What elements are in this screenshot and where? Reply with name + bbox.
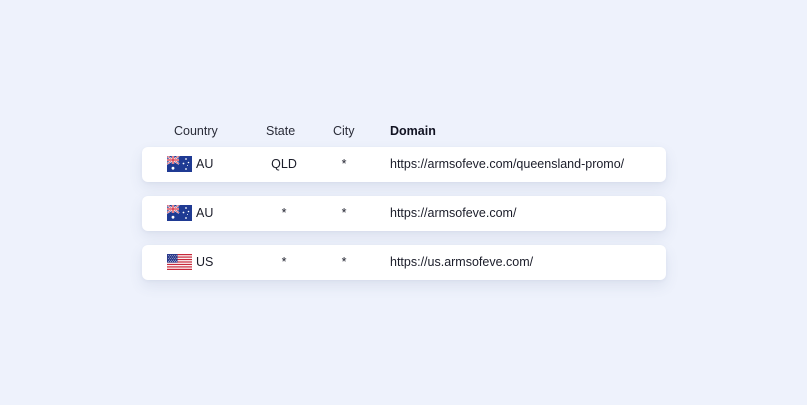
table-row[interactable]: AU QLD * https://armsofeve.com/queenslan… (142, 147, 666, 182)
table-row[interactable]: US * * https://us.armsofeve.com/ (142, 245, 666, 280)
table-row[interactable]: AU * * https://armsofeve.com/ (142, 196, 666, 231)
country-code: AU (196, 206, 214, 220)
australia-flag-icon (167, 205, 192, 221)
header-country: Country (174, 124, 218, 138)
domain-link[interactable]: https://armsofeve.com/ (390, 196, 516, 231)
state-value: * (281, 255, 287, 269)
header-domain: Domain (390, 124, 436, 138)
state-value: * (281, 206, 287, 220)
header-state: State (266, 124, 296, 138)
domain-rules-panel: Country State City Domain AU QLD * https… (0, 0, 807, 405)
domain-link[interactable]: https://us.armsofeve.com/ (390, 245, 533, 280)
city-value: * (341, 255, 347, 269)
domain-link[interactable]: https://armsofeve.com/queensland-promo/ (390, 147, 624, 182)
country-code: US (196, 255, 214, 269)
country-code: AU (196, 157, 214, 171)
header-city: City (333, 124, 355, 138)
us-flag-icon (167, 254, 192, 270)
australia-flag-icon (167, 156, 192, 172)
table-header: Country State City Domain (0, 124, 807, 140)
state-value: QLD (271, 157, 297, 171)
city-value: * (341, 206, 347, 220)
city-value: * (341, 157, 347, 171)
